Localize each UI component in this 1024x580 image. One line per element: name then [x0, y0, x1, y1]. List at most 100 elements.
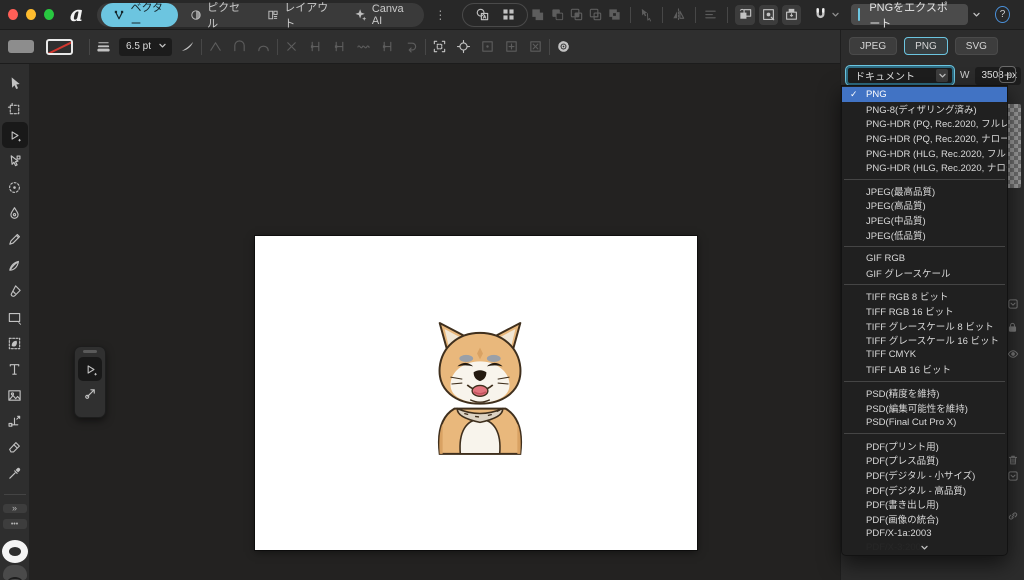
paint-brush-tool[interactable]: [2, 278, 28, 304]
cycle-origin-icon[interactable]: [480, 39, 495, 54]
scroll-more-indicator[interactable]: [842, 541, 1007, 554]
smooth-corner-icon[interactable]: [232, 39, 247, 54]
format-tab-jpeg[interactable]: JPEG: [849, 37, 897, 55]
shape-tool[interactable]: [2, 330, 28, 356]
transform-origin-icon[interactable]: [456, 39, 471, 54]
persona-tab-pixel[interactable]: ピクセル: [178, 3, 255, 27]
format-option[interactable]: PSD(精度を維持): [842, 386, 1007, 401]
select-same-button[interactable]: [637, 5, 656, 25]
align-button[interactable]: [701, 5, 720, 25]
sharp-corner-icon[interactable]: [208, 39, 223, 54]
minimize-window-button[interactable]: [26, 9, 36, 20]
format-option[interactable]: PSD(Final Cut Pro X): [842, 415, 1007, 430]
artboard[interactable]: [255, 236, 697, 550]
boolean-combine-button[interactable]: [605, 5, 624, 25]
format-option[interactable]: PDF(プレス品質): [842, 453, 1007, 468]
palette-drag-handle[interactable]: [83, 350, 97, 353]
revert-curve-icon[interactable]: [404, 39, 419, 54]
eraser-tool[interactable]: [2, 434, 28, 460]
move-tool[interactable]: [2, 70, 28, 96]
help-button[interactable]: ?: [995, 6, 1010, 23]
eye-icon[interactable]: [1007, 348, 1019, 360]
format-option[interactable]: JPEG(高品質): [842, 198, 1007, 213]
format-option[interactable]: TIFF LAB 16 ビット: [842, 362, 1007, 377]
format-option[interactable]: PNG-HDR (PQ, Rec.2020, フルレンジ): [842, 116, 1007, 131]
vector-brush-tool[interactable]: [2, 252, 28, 278]
hide-selection-icon[interactable]: [528, 39, 543, 54]
smooth-curve-icon[interactable]: [356, 39, 371, 54]
format-option[interactable]: TIFF グレースケール 16 ビット: [842, 333, 1007, 348]
pencil-tool[interactable]: [2, 226, 28, 252]
close-window-button[interactable]: [8, 9, 18, 20]
arrow-node-tool-floating[interactable]: [78, 381, 102, 405]
format-option[interactable]: TIFF グレースケール 8 ビット: [842, 318, 1007, 333]
rectangle-tool[interactable]: [2, 304, 28, 330]
boolean-intersect-button[interactable]: [567, 5, 586, 25]
lock-icon[interactable]: [1007, 322, 1018, 333]
insert-inside-button[interactable]: [759, 5, 778, 25]
image-place-tool[interactable]: [2, 382, 28, 408]
persona-tab-vector[interactable]: ベクター: [101, 3, 178, 27]
join-curves-icon[interactable]: [332, 39, 347, 54]
format-option[interactable]: PDF(画像の統合): [842, 511, 1007, 526]
format-option[interactable]: TIFF RGB 8 ビット: [842, 289, 1007, 304]
format-option[interactable]: TIFF RGB 16 ビット: [842, 304, 1007, 319]
fill-color-selector[interactable]: [3, 565, 27, 580]
assets-grid-button[interactable]: [497, 5, 519, 25]
format-option[interactable]: GIF RGB: [842, 251, 1007, 266]
rounded-corner-icon[interactable]: [256, 39, 271, 54]
format-tab-svg[interactable]: SVG: [955, 37, 998, 55]
format-option[interactable]: PDF(書き出し用): [842, 497, 1007, 512]
artboard-tool[interactable]: [2, 96, 28, 122]
format-option[interactable]: PSD(編集可能性を維持): [842, 400, 1007, 415]
format-option[interactable]: GIF グレースケール: [842, 266, 1007, 281]
pressure-profile-icon[interactable]: [180, 39, 195, 54]
format-option[interactable]: PDF(デジタル - 小サイズ): [842, 468, 1007, 483]
export-options-chevron[interactable]: [972, 6, 981, 24]
stroke-color-selector[interactable]: [2, 540, 28, 563]
export-button[interactable]: PNGをエクスポート: [851, 4, 968, 25]
color-picker-tool[interactable]: [2, 460, 28, 486]
boolean-add-button[interactable]: [528, 5, 547, 25]
collapse-section-icon[interactable]: [1007, 470, 1019, 482]
node-play-tool-floating[interactable]: [78, 357, 102, 381]
flip-button[interactable]: [669, 5, 688, 25]
stroke-width-field[interactable]: 6.5 pt: [119, 38, 172, 56]
trash-icon[interactable]: [1007, 454, 1019, 466]
format-option[interactable]: PDF/X-4: [842, 555, 1007, 556]
break-curve-icon[interactable]: [284, 39, 299, 54]
transform-tool[interactable]: [2, 408, 28, 434]
snapping-options-chevron[interactable]: [830, 5, 840, 25]
snapping-button[interactable]: [811, 5, 830, 25]
fill-color-swatch[interactable]: [8, 40, 34, 53]
zoom-window-button[interactable]: [44, 9, 54, 20]
link-icon[interactable]: [1007, 510, 1019, 522]
format-option[interactable]: PNG-HDR (PQ, Rec.2020, ナローレンジ): [842, 131, 1007, 146]
boolean-subtract-button[interactable]: [548, 5, 567, 25]
stroke-color-swatch[interactable]: [46, 39, 73, 55]
styles-toggle-button[interactable]: [471, 5, 493, 25]
expand-tools-button[interactable]: »: [3, 504, 27, 514]
more-menu-icon[interactable]: ⋮: [434, 10, 446, 20]
format-option[interactable]: PDF(プリント用): [842, 438, 1007, 453]
transform-box-icon[interactable]: [432, 39, 447, 54]
persona-tab-layout[interactable]: レイアウト: [255, 3, 342, 27]
format-option[interactable]: PNG-HDR (HLG, Rec.2020, ナローレンジ): [842, 160, 1007, 175]
floating-tool-palette[interactable]: [74, 346, 106, 418]
add-preset-button[interactable]: +: [999, 66, 1016, 83]
boolean-divide-button[interactable]: [586, 5, 605, 25]
stroke-style-icon[interactable]: [96, 39, 111, 54]
reverse-curves-icon[interactable]: [380, 39, 395, 54]
export-area-select[interactable]: ドキュメント: [846, 66, 954, 85]
format-option[interactable]: PDF/X-1a:2003: [842, 526, 1007, 541]
persona-tab-canva-ai[interactable]: Canva AI: [342, 3, 420, 27]
format-option[interactable]: PNG-HDR (HLG, Rec.2020, フルレンジ): [842, 145, 1007, 160]
show-alignment-icon[interactable]: [504, 39, 519, 54]
format-tab-png[interactable]: PNG: [904, 37, 948, 55]
point-transform-tool[interactable]: [2, 174, 28, 200]
pen-tool[interactable]: [2, 200, 28, 226]
shiba-dog-illustration[interactable]: [421, 314, 539, 456]
format-option[interactable]: JPEG(低品質): [842, 227, 1007, 242]
format-option[interactable]: PNG-8(ディザリング済み): [842, 102, 1007, 117]
settings-gear-icon[interactable]: [556, 39, 571, 54]
